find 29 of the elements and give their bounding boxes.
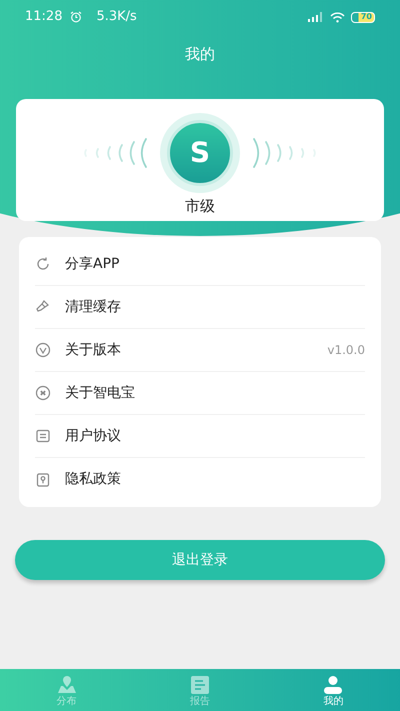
menu-label: 隐私政策 bbox=[65, 470, 121, 489]
menu-label: 关于智电宝 bbox=[65, 384, 135, 402]
menu-item[interactable]: 隐私政策 bbox=[35, 458, 365, 501]
check-circle-icon bbox=[35, 342, 51, 358]
report-icon bbox=[190, 674, 210, 694]
avatar-letter: S bbox=[190, 135, 210, 171]
menu-item[interactable]: 关于版本 v1.0.0 bbox=[35, 329, 365, 372]
alarm-icon bbox=[70, 11, 82, 23]
signal-icon bbox=[308, 12, 324, 22]
menu-label: 分享APP bbox=[65, 254, 120, 274]
network-speed: 5.3K/s bbox=[96, 8, 137, 26]
refresh-icon bbox=[35, 256, 51, 272]
status-time: 11:28 bbox=[25, 8, 62, 26]
menu-label: 关于版本 bbox=[65, 340, 121, 360]
person-icon bbox=[323, 674, 344, 694]
menu-item[interactable]: 关于智电宝 bbox=[35, 372, 365, 415]
menu-item[interactable]: 清理缓存 bbox=[35, 286, 365, 329]
lock-icon bbox=[35, 472, 51, 488]
page-title: 我的 bbox=[185, 44, 215, 63]
menu-label: 用户协议 bbox=[65, 426, 121, 446]
user-level: 市级 bbox=[185, 196, 215, 217]
document-icon bbox=[35, 428, 51, 444]
menu-item[interactable]: 用户协议 bbox=[35, 415, 365, 458]
menu-label: 清理缓存 bbox=[65, 298, 121, 316]
wifi-icon bbox=[330, 12, 345, 22]
version-number: v1.0.0 bbox=[327, 342, 365, 359]
battery-indicator: 70 bbox=[351, 12, 375, 22]
map-pin-icon bbox=[56, 674, 77, 694]
menu-item[interactable]: 分享APP bbox=[35, 243, 365, 286]
